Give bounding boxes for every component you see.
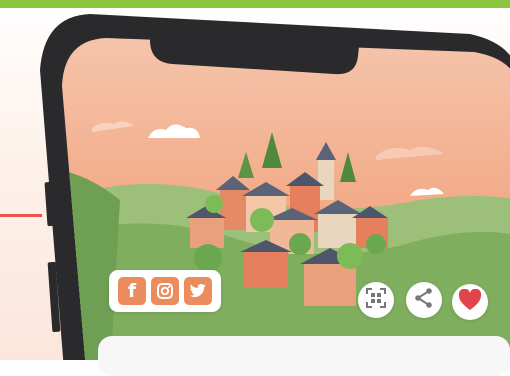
twitter-icon[interactable] — [184, 277, 212, 305]
content-card — [98, 336, 510, 376]
social-links-group: f — [109, 270, 221, 312]
heart-icon — [458, 288, 482, 316]
favorite-button[interactable] — [452, 284, 488, 320]
qr-code-icon — [365, 287, 387, 314]
share-icon — [413, 287, 435, 314]
facebook-icon[interactable]: f — [118, 277, 146, 305]
instagram-icon[interactable] — [151, 277, 179, 305]
share-button[interactable] — [406, 282, 442, 318]
qr-code-button[interactable] — [358, 282, 394, 318]
